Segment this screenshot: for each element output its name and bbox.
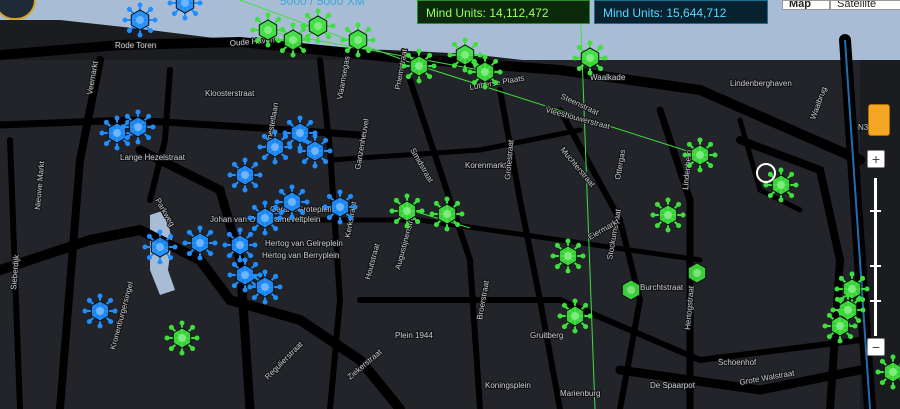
street-label: Koningsplein: [485, 381, 531, 390]
zoom-out-button[interactable]: −: [867, 338, 885, 356]
resistance-portal-icon[interactable]: [222, 227, 258, 263]
satellite-type-button[interactable]: Satellite: [830, 0, 900, 10]
street-label: De Spaarpot: [650, 381, 696, 390]
enlightened-portal-icon[interactable]: [621, 279, 641, 301]
street-label: Schoenhof: [718, 358, 757, 367]
enlightened-portal-icon[interactable]: [550, 238, 586, 274]
street-label: Lange Hezelstraat: [120, 153, 186, 162]
resistance-portal-icon[interactable]: [122, 2, 158, 38]
street-label: Plein 1944: [395, 331, 433, 340]
enlightened-portal-icon[interactable]: [467, 54, 503, 90]
map-type-button[interactable]: Map: [782, 0, 830, 10]
enlightened-portal-icon[interactable]: [340, 22, 376, 58]
street-label: Korenmarkt: [465, 161, 507, 170]
resistance-portal-icon[interactable]: [99, 115, 135, 151]
resistance-portal-icon[interactable]: [142, 229, 178, 265]
enlightened-portal-icon[interactable]: [429, 196, 465, 232]
enlightened-portal-icon[interactable]: [389, 193, 425, 229]
resistance-portal-icon[interactable]: [120, 109, 156, 145]
zoom-tick: [870, 300, 881, 302]
street-label: Kloosterstraat: [205, 89, 255, 98]
zoom-tick: [870, 265, 881, 267]
enlightened-portal-icon[interactable]: [763, 167, 799, 203]
resistance-portal-icon[interactable]: [247, 269, 283, 305]
enlightened-portal-icon[interactable]: [687, 262, 707, 284]
enlightened-portal-icon[interactable]: [300, 8, 336, 44]
resistance-portal-icon[interactable]: [227, 157, 263, 193]
enlightened-portal-icon[interactable]: [650, 197, 686, 233]
resistance-portal-icon[interactable]: [247, 200, 283, 236]
zoom-slider-handle[interactable]: [870, 210, 881, 212]
resistance-portal-icon[interactable]: [82, 293, 118, 329]
enlightened-portal-icon[interactable]: [682, 137, 718, 173]
xm-counter: 5000 / 5000 XM: [280, 0, 365, 8]
street-label: Waalkade: [590, 73, 626, 82]
resistance-portal-icon[interactable]: [182, 225, 218, 261]
street-label: Burchtstraat: [640, 283, 684, 292]
resistance-portal-icon[interactable]: [274, 184, 310, 220]
resistance-portal-icon[interactable]: [322, 189, 358, 225]
pegman-icon[interactable]: [868, 104, 890, 136]
street-label: Lindenberghaven: [730, 79, 792, 88]
zoom-slider-track[interactable]: [874, 178, 877, 336]
street-label: Rode Toren: [115, 41, 156, 50]
street-label: Marienburg: [560, 389, 600, 398]
enlightened-portal-icon[interactable]: [572, 40, 608, 76]
enlightened-portal-icon[interactable]: [401, 48, 437, 84]
street-label: Hertog van Gelreplein: [265, 239, 343, 248]
mind-units-resistance: Mind Units: 15,644,712: [594, 0, 768, 24]
enlightened-portal-icon[interactable]: [557, 298, 593, 334]
street-label: Gruitberg: [530, 331, 563, 340]
resistance-portal-icon[interactable]: [257, 129, 293, 165]
enlightened-portal-icon[interactable]: [875, 354, 900, 390]
enlightened-portal-icon[interactable]: [275, 22, 311, 58]
street-label: Hertog van Berryplein: [262, 251, 339, 260]
map-canvas[interactable]: Rode Toren Oude HavenVeemarkt Kloosterstra…: [0, 0, 900, 409]
mind-units-enlightened: Mind Units: 14,112,472: [417, 0, 590, 24]
zoom-in-button[interactable]: +: [867, 150, 885, 168]
enlightened-portal-icon[interactable]: [164, 320, 200, 356]
resistance-portal-icon[interactable]: [297, 133, 333, 169]
enlightened-portal-icon[interactable]: [822, 308, 858, 344]
